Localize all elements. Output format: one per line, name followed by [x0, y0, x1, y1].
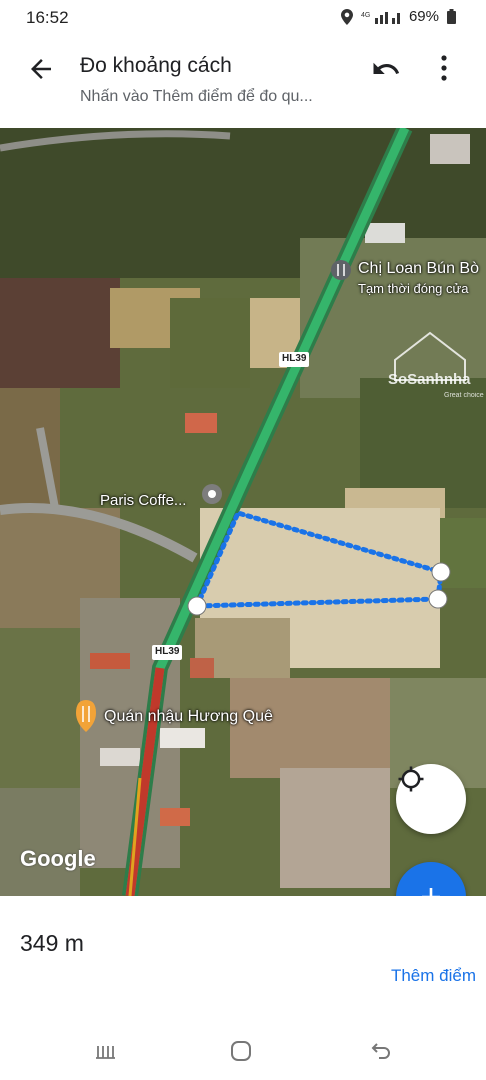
status-bar: 16:52 4G 69% [0, 0, 486, 36]
battery-text: 69% [408, 8, 439, 25]
place-status: Tạm thời đóng cửa [358, 281, 469, 296]
location-icon [340, 8, 353, 25]
total-distance: 349 m [20, 930, 84, 956]
road-label: HL39 [155, 646, 180, 657]
status-icons: 4G 69% [340, 8, 456, 25]
place-name[interactable]: Quán nhậu Hương Quê [104, 708, 273, 726]
watermark-text: SoSanhnha [388, 371, 471, 388]
app-header: Đo khoảng cách Nhấn vào Thêm điểm để đo … [0, 36, 486, 128]
place-name[interactable]: Chị Loan Bún Bò [358, 260, 479, 278]
restaurant-icon[interactable] [331, 260, 351, 280]
back-nav-icon[interactable] [370, 1040, 392, 1062]
add-point-button[interactable]: Thêm điểm [391, 966, 476, 986]
road-label: HL39 [282, 353, 307, 364]
battery-icon [447, 9, 456, 24]
google-attribution: Google [20, 846, 96, 871]
system-nav-bar [0, 1030, 486, 1080]
watermark-subtext: Great choice [444, 392, 484, 399]
satellite-map[interactable]: HL39 HL39 Chị Loan Bún Bò Tạm thời đóng … [0, 128, 486, 896]
page-title: Đo khoảng cách [80, 54, 232, 77]
signal-icon: 4G [361, 11, 400, 24]
arrow-back-icon[interactable] [26, 54, 56, 84]
my-location-icon [398, 766, 424, 792]
status-time: 16:52 [26, 8, 69, 27]
page-subtitle: Nhấn vào Thêm điểm để đo qu... [80, 88, 313, 105]
measurement-panel: 349 m Thêm điểm [0, 896, 486, 1030]
more-vert-icon[interactable] [432, 52, 456, 84]
place-name[interactable]: Paris Coffe... [100, 492, 186, 509]
recent-apps-icon[interactable] [93, 1040, 117, 1064]
svg-text:4G: 4G [361, 12, 370, 19]
my-location-button[interactable] [396, 764, 466, 834]
home-icon[interactable] [230, 1040, 252, 1062]
undo-icon[interactable] [370, 54, 402, 84]
